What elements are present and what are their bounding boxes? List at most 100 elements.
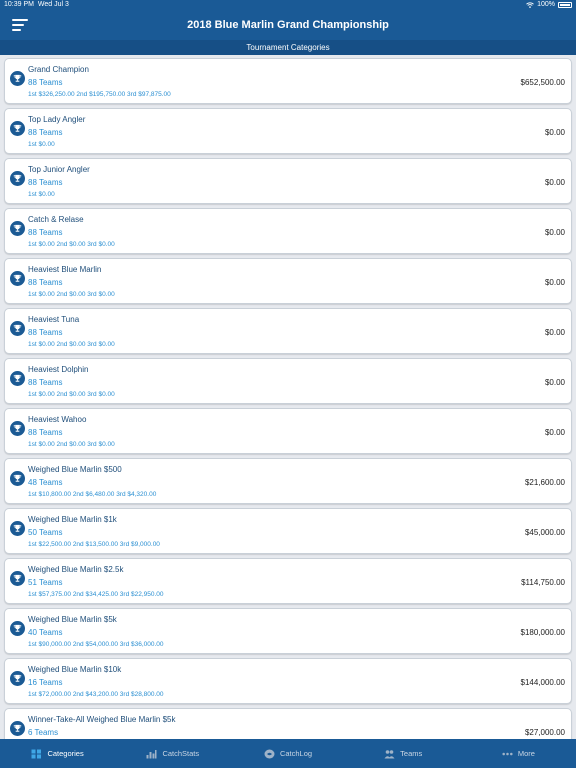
category-card[interactable]: Catch & Relase 88 Teams 1st $0.00 2nd $0.0… bbox=[4, 208, 572, 254]
category-name: Weighed Blue Marlin $10k bbox=[28, 665, 122, 674]
category-total: $0.00 bbox=[544, 428, 565, 437]
trophy-icon bbox=[10, 621, 25, 636]
category-total: $144,000.00 bbox=[520, 678, 566, 687]
tab-label: More bbox=[517, 749, 535, 758]
bar-chart-icon bbox=[146, 749, 157, 759]
category-name: Weighed Blue Marlin $500 bbox=[28, 465, 122, 474]
payout-breakdown: 1st $0.00 bbox=[28, 141, 55, 148]
wifi-icon bbox=[526, 1, 534, 8]
fish-icon bbox=[264, 749, 275, 759]
tab-catchstats[interactable]: CatchStats bbox=[115, 739, 230, 768]
battery-percent: 100% bbox=[537, 1, 555, 8]
trophy-icon bbox=[10, 71, 25, 86]
category-card[interactable]: Weighed Blue Marlin $10k 16 Teams 1st $72,… bbox=[4, 658, 572, 704]
team-count: 16 Teams bbox=[28, 678, 63, 687]
people-icon bbox=[384, 749, 395, 759]
more-dots-icon bbox=[502, 749, 513, 759]
team-count: 88 Teams bbox=[28, 278, 63, 287]
trophy-icon bbox=[10, 421, 25, 436]
trophy-icon bbox=[10, 721, 25, 736]
team-count: 88 Teams bbox=[28, 178, 63, 187]
team-count: 88 Teams bbox=[28, 78, 63, 87]
category-total: $0.00 bbox=[544, 378, 565, 387]
payout-breakdown: 1st $72,000.00 2nd $43,200.00 3rd $28,80… bbox=[28, 691, 164, 698]
tab-catchlog[interactable]: CatchLog bbox=[230, 739, 345, 768]
nav-bar: 2018 Blue Marlin Grand Championship bbox=[0, 11, 576, 40]
category-total: $0.00 bbox=[544, 328, 565, 337]
payout-breakdown: 1st $0.00 2nd $0.00 3rd $0.00 bbox=[28, 291, 115, 298]
category-name: Heaviest Tuna bbox=[28, 315, 80, 324]
team-count: 88 Teams bbox=[28, 378, 63, 387]
payout-breakdown: 1st $0.00 2nd $0.00 3rd $0.00 bbox=[28, 391, 115, 398]
page-title: 2018 Blue Marlin Grand Championship bbox=[187, 19, 389, 31]
category-name: Weighed Blue Marlin $5k bbox=[28, 615, 117, 624]
tab-more[interactable]: More bbox=[461, 739, 576, 768]
category-total: $652,500.00 bbox=[520, 78, 566, 87]
team-count: 88 Teams bbox=[28, 128, 63, 137]
payout-breakdown: 1st $22,500.00 2nd $13,500.00 3rd $9,000… bbox=[28, 541, 160, 548]
payout-breakdown: 1st $326,250.00 2nd $195,750.00 3rd $97,… bbox=[28, 91, 171, 98]
category-name: Top Lady Angler bbox=[28, 115, 86, 124]
tab-label: CatchLog bbox=[279, 749, 313, 758]
category-name: Weighed Blue Marlin $2.5k bbox=[28, 565, 124, 574]
category-card[interactable]: Weighed Blue Marlin $1k 50 Teams 1st $22,5… bbox=[4, 508, 572, 554]
payout-breakdown: 1st $0.00 bbox=[28, 191, 55, 198]
category-card[interactable]: Grand Champion 88 Teams 1st $326,250.00 2n… bbox=[4, 58, 572, 104]
team-count: 6 Teams bbox=[28, 728, 59, 737]
category-card[interactable]: Weighed Blue Marlin $500 48 Teams 1st $10,… bbox=[4, 458, 572, 504]
category-total: $21,600.00 bbox=[524, 478, 565, 487]
category-total: $180,000.00 bbox=[520, 628, 566, 637]
category-name: Top Junior Angler bbox=[28, 165, 90, 174]
team-count: 88 Teams bbox=[28, 328, 63, 337]
category-total: $45,000.00 bbox=[524, 528, 565, 537]
tab-label: Categories bbox=[47, 749, 84, 758]
category-name: Weighed Blue Marlin $1k bbox=[28, 515, 117, 524]
category-name: Heaviest Blue Marlin bbox=[28, 265, 102, 274]
status-bar: 10:39 PM Wed Jul 3 100% bbox=[0, 0, 576, 11]
category-card[interactable]: Top Junior Angler 88 Teams 1st $0.00 $0.00 bbox=[4, 158, 572, 204]
category-name: Heaviest Wahoo bbox=[28, 415, 87, 424]
trophy-icon bbox=[10, 371, 25, 386]
tab-categories[interactable]: Categories bbox=[0, 739, 115, 768]
status-right: 100% bbox=[526, 1, 572, 8]
trophy-icon bbox=[10, 571, 25, 586]
payout-breakdown: 1st $57,375.00 2nd $34,425.00 3rd $22,95… bbox=[28, 591, 164, 598]
category-name: Winner-Take-All Weighed Blue Marlin $5k bbox=[28, 715, 176, 724]
tab-label: CatchStats bbox=[162, 749, 200, 758]
category-total: $0.00 bbox=[544, 178, 565, 187]
grid-icon bbox=[31, 749, 42, 759]
trophy-icon bbox=[10, 521, 25, 536]
team-count: 51 Teams bbox=[28, 578, 63, 587]
section-title: Tournament Categories bbox=[0, 40, 576, 55]
payout-breakdown: 1st $0.00 2nd $0.00 3rd $0.00 bbox=[28, 241, 115, 248]
trophy-icon bbox=[10, 121, 25, 136]
category-list[interactable]: Grand Champion 88 Teams 1st $326,250.00 2n… bbox=[0, 55, 576, 739]
category-card[interactable]: Heaviest Blue Marlin 88 Teams 1st $0.00 2n… bbox=[4, 258, 572, 304]
category-card[interactable]: Weighed Blue Marlin $5k 40 Teams 1st $90,0… bbox=[4, 608, 572, 654]
category-card[interactable]: Heaviest Wahoo 88 Teams 1st $0.00 2nd $0.0… bbox=[4, 408, 572, 454]
trophy-icon bbox=[10, 671, 25, 686]
payout-breakdown: 1st $10,800.00 2nd $6,480.00 3rd $4,320.… bbox=[28, 491, 157, 498]
battery-icon bbox=[558, 1, 572, 8]
category-total: $0.00 bbox=[544, 278, 565, 287]
category-card[interactable]: Heaviest Tuna 88 Teams 1st $0.00 2nd $0.00… bbox=[4, 308, 572, 354]
payout-breakdown: 1st $90,000.00 2nd $54,000.00 3rd $36,00… bbox=[28, 641, 164, 648]
category-name: Heaviest Dolphin bbox=[28, 365, 89, 374]
category-name: Grand Champion bbox=[28, 65, 89, 74]
team-count: 88 Teams bbox=[28, 428, 63, 437]
category-card[interactable]: Weighed Blue Marlin $2.5k 51 Teams 1st $57… bbox=[4, 558, 572, 604]
category-total: $0.00 bbox=[544, 228, 565, 237]
tab-teams[interactable]: Teams bbox=[346, 739, 461, 768]
category-name: Catch & Relase bbox=[28, 215, 84, 224]
team-count: 50 Teams bbox=[28, 528, 63, 537]
tab-bar: Categories CatchStats CatchLog Teams More bbox=[0, 739, 576, 768]
team-count: 88 Teams bbox=[28, 228, 63, 237]
trophy-icon bbox=[10, 171, 25, 186]
team-count: 48 Teams bbox=[28, 478, 63, 487]
category-card[interactable]: Winner-Take-All Weighed Blue Marlin $5k 6… bbox=[4, 708, 572, 739]
payout-breakdown: 1st $0.00 2nd $0.00 3rd $0.00 bbox=[28, 441, 115, 448]
status-time-date: 10:39 PM Wed Jul 3 bbox=[4, 1, 69, 8]
category-card[interactable]: Top Lady Angler 88 Teams 1st $0.00 $0.00 bbox=[4, 108, 572, 154]
category-card[interactable]: Heaviest Dolphin 88 Teams 1st $0.00 2nd $0… bbox=[4, 358, 572, 404]
trophy-icon bbox=[10, 271, 25, 286]
